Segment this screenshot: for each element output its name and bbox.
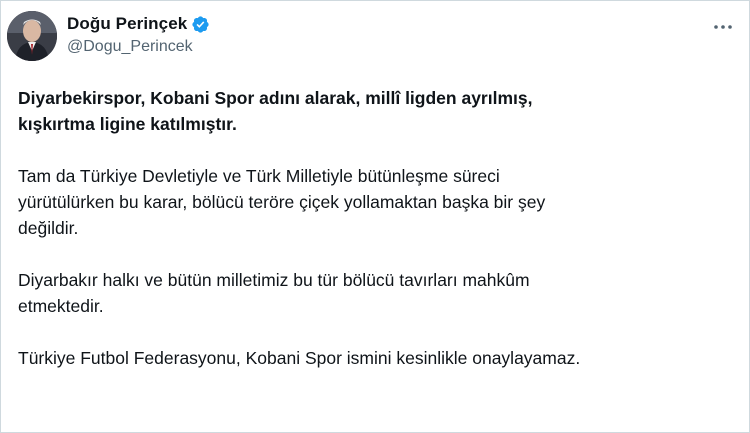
more-horizontal-icon[interactable] [711, 17, 735, 37]
tweet-header: Doğu Perinçek @Dogu_Perincek [7, 11, 743, 67]
tweet-paragraph-4: Türkiye Futbol Federasyonu, Kobani Spor … [18, 348, 581, 368]
tweet-card: Doğu Perinçek @Dogu_Perincek Diyarbekirs… [0, 0, 750, 433]
avatar-image [7, 11, 57, 61]
tweet-body: Diyarbekirspor, Kobani Spor adını alarak… [18, 85, 738, 371]
author-names: Doğu Perinçek @Dogu_Perincek [67, 13, 210, 56]
tweet-paragraph-1: Diyarbekirspor, Kobani Spor adını alarak… [18, 88, 533, 134]
tweet-paragraph-2: Tam da Türkiye Devletiyle ve Türk Millet… [18, 166, 546, 238]
author-display-name[interactable]: Doğu Perinçek [67, 14, 187, 34]
display-name-row: Doğu Perinçek [67, 13, 210, 35]
tweet-paragraph-3: Diyarbakır halkı ve bütün milletimiz bu … [18, 270, 530, 316]
verified-badge-icon [191, 15, 210, 34]
author-handle[interactable]: @Dogu_Perincek [67, 38, 210, 56]
avatar[interactable] [7, 11, 57, 61]
